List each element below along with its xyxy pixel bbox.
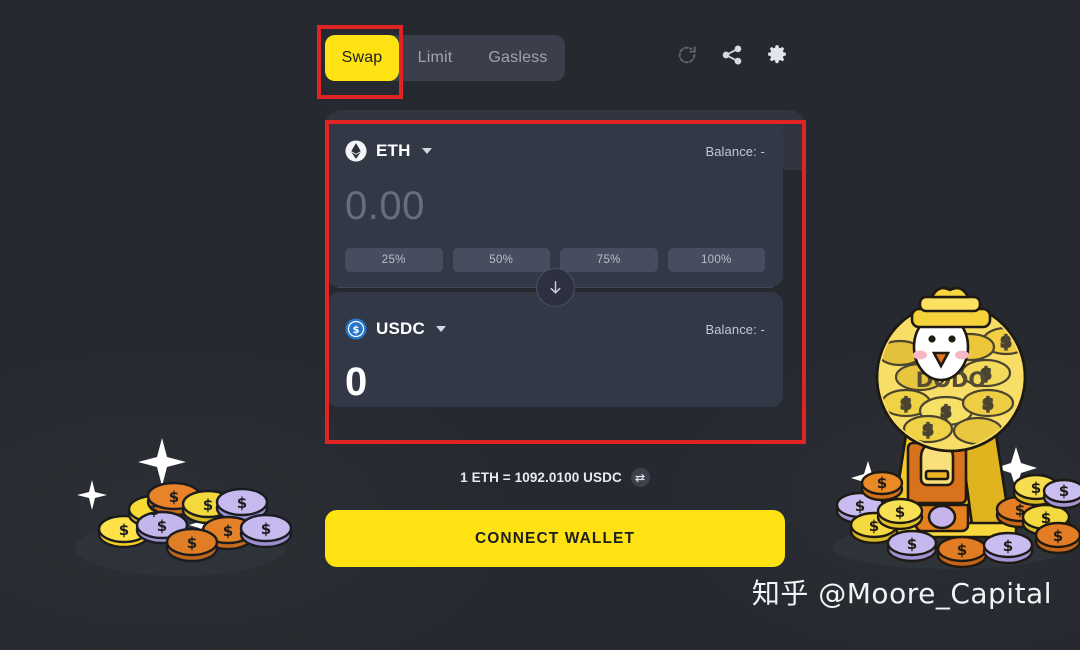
to-amount-output[interactable]: 0 bbox=[345, 362, 765, 402]
svg-text:$: $ bbox=[169, 488, 179, 506]
svg-text:$: $ bbox=[237, 494, 247, 512]
svg-text:$: $ bbox=[895, 503, 905, 521]
svg-text:$: $ bbox=[1041, 509, 1051, 527]
to-balance-label: Balance: - bbox=[705, 321, 765, 337]
svg-text:$: $ bbox=[869, 517, 879, 535]
connect-wallet-button[interactable]: CONNECT WALLET bbox=[325, 510, 785, 567]
to-token-symbol: USDC bbox=[376, 319, 425, 338]
mode-tabbar: Swap Limit Gasless bbox=[325, 35, 565, 81]
from-amount-input[interactable]: 0.00 bbox=[345, 186, 765, 226]
header-action-group bbox=[676, 44, 788, 66]
watermark: 知乎 @Moore_Capital bbox=[751, 577, 1052, 610]
gear-icon[interactable] bbox=[766, 44, 788, 66]
svg-text:$: $ bbox=[261, 520, 271, 538]
to-panel-header: $ USDC Balance: - bbox=[345, 316, 765, 342]
from-token-panel: ETH Balance: - 0.00 25% 50% 75% 100% bbox=[327, 122, 783, 307]
tab-gasless[interactable]: Gasless bbox=[471, 35, 565, 81]
to-token-panel: $ USDC Balance: - 0 bbox=[327, 292, 783, 407]
dodo-gumball-machine-illustration: $$$ $$$ DODO bbox=[832, 286, 1080, 569]
svg-text:$: $ bbox=[187, 534, 197, 552]
swap-direction-arrow[interactable] bbox=[535, 267, 575, 307]
tab-swap[interactable]: Swap bbox=[325, 35, 399, 81]
svg-text:$: $ bbox=[877, 474, 887, 492]
percent-button-25[interactable]: 25% bbox=[345, 248, 443, 272]
svg-text:$: $ bbox=[157, 517, 167, 535]
chevron-down-icon bbox=[435, 326, 446, 332]
svg-text:$: $ bbox=[1031, 479, 1041, 497]
svg-text:$: $ bbox=[1053, 527, 1063, 545]
share-icon[interactable] bbox=[721, 44, 743, 66]
refresh-icon[interactable] bbox=[676, 44, 698, 66]
down-arrow-icon bbox=[550, 280, 560, 294]
exchange-rate-row: 1 ETH = 1092.0100 USDC bbox=[325, 468, 785, 487]
percent-button-100[interactable]: 100% bbox=[667, 248, 765, 272]
to-token-selector[interactable]: $ USDC bbox=[345, 318, 446, 340]
svg-text:$: $ bbox=[1003, 537, 1013, 555]
tab-limit[interactable]: Limit bbox=[399, 35, 471, 81]
svg-text:$: $ bbox=[1015, 501, 1025, 519]
swap-arrows-glyph bbox=[635, 473, 646, 482]
swap-form-card: ETH Balance: - 0.00 25% 50% 75% 100% $ U… bbox=[327, 122, 783, 407]
svg-text:$: $ bbox=[1059, 482, 1069, 500]
chevron-down-icon bbox=[421, 148, 432, 154]
coin-pile-illustration: $$$ $$$ $$$ bbox=[75, 438, 293, 576]
ethereum-icon bbox=[345, 140, 367, 162]
svg-text:$: $ bbox=[957, 541, 967, 559]
percent-button-50[interactable]: 50% bbox=[452, 248, 550, 272]
from-token-selector[interactable]: ETH bbox=[345, 140, 432, 162]
from-panel-header: ETH Balance: - bbox=[345, 138, 765, 164]
svg-text:$: $ bbox=[223, 522, 233, 540]
svg-text:$: $ bbox=[119, 521, 129, 539]
svg-text:$: $ bbox=[855, 497, 865, 515]
svg-text:$: $ bbox=[907, 535, 917, 553]
from-token-symbol: ETH bbox=[376, 141, 411, 160]
svg-text:$: $ bbox=[352, 325, 359, 336]
svg-text:$: $ bbox=[203, 496, 213, 514]
usdc-icon: $ bbox=[345, 318, 367, 340]
rate-invert-icon[interactable] bbox=[630, 468, 650, 487]
from-balance-label: Balance: - bbox=[705, 143, 765, 159]
percent-button-75[interactable]: 75% bbox=[560, 248, 658, 272]
exchange-rate-text: 1 ETH = 1092.0100 USDC bbox=[460, 470, 622, 485]
